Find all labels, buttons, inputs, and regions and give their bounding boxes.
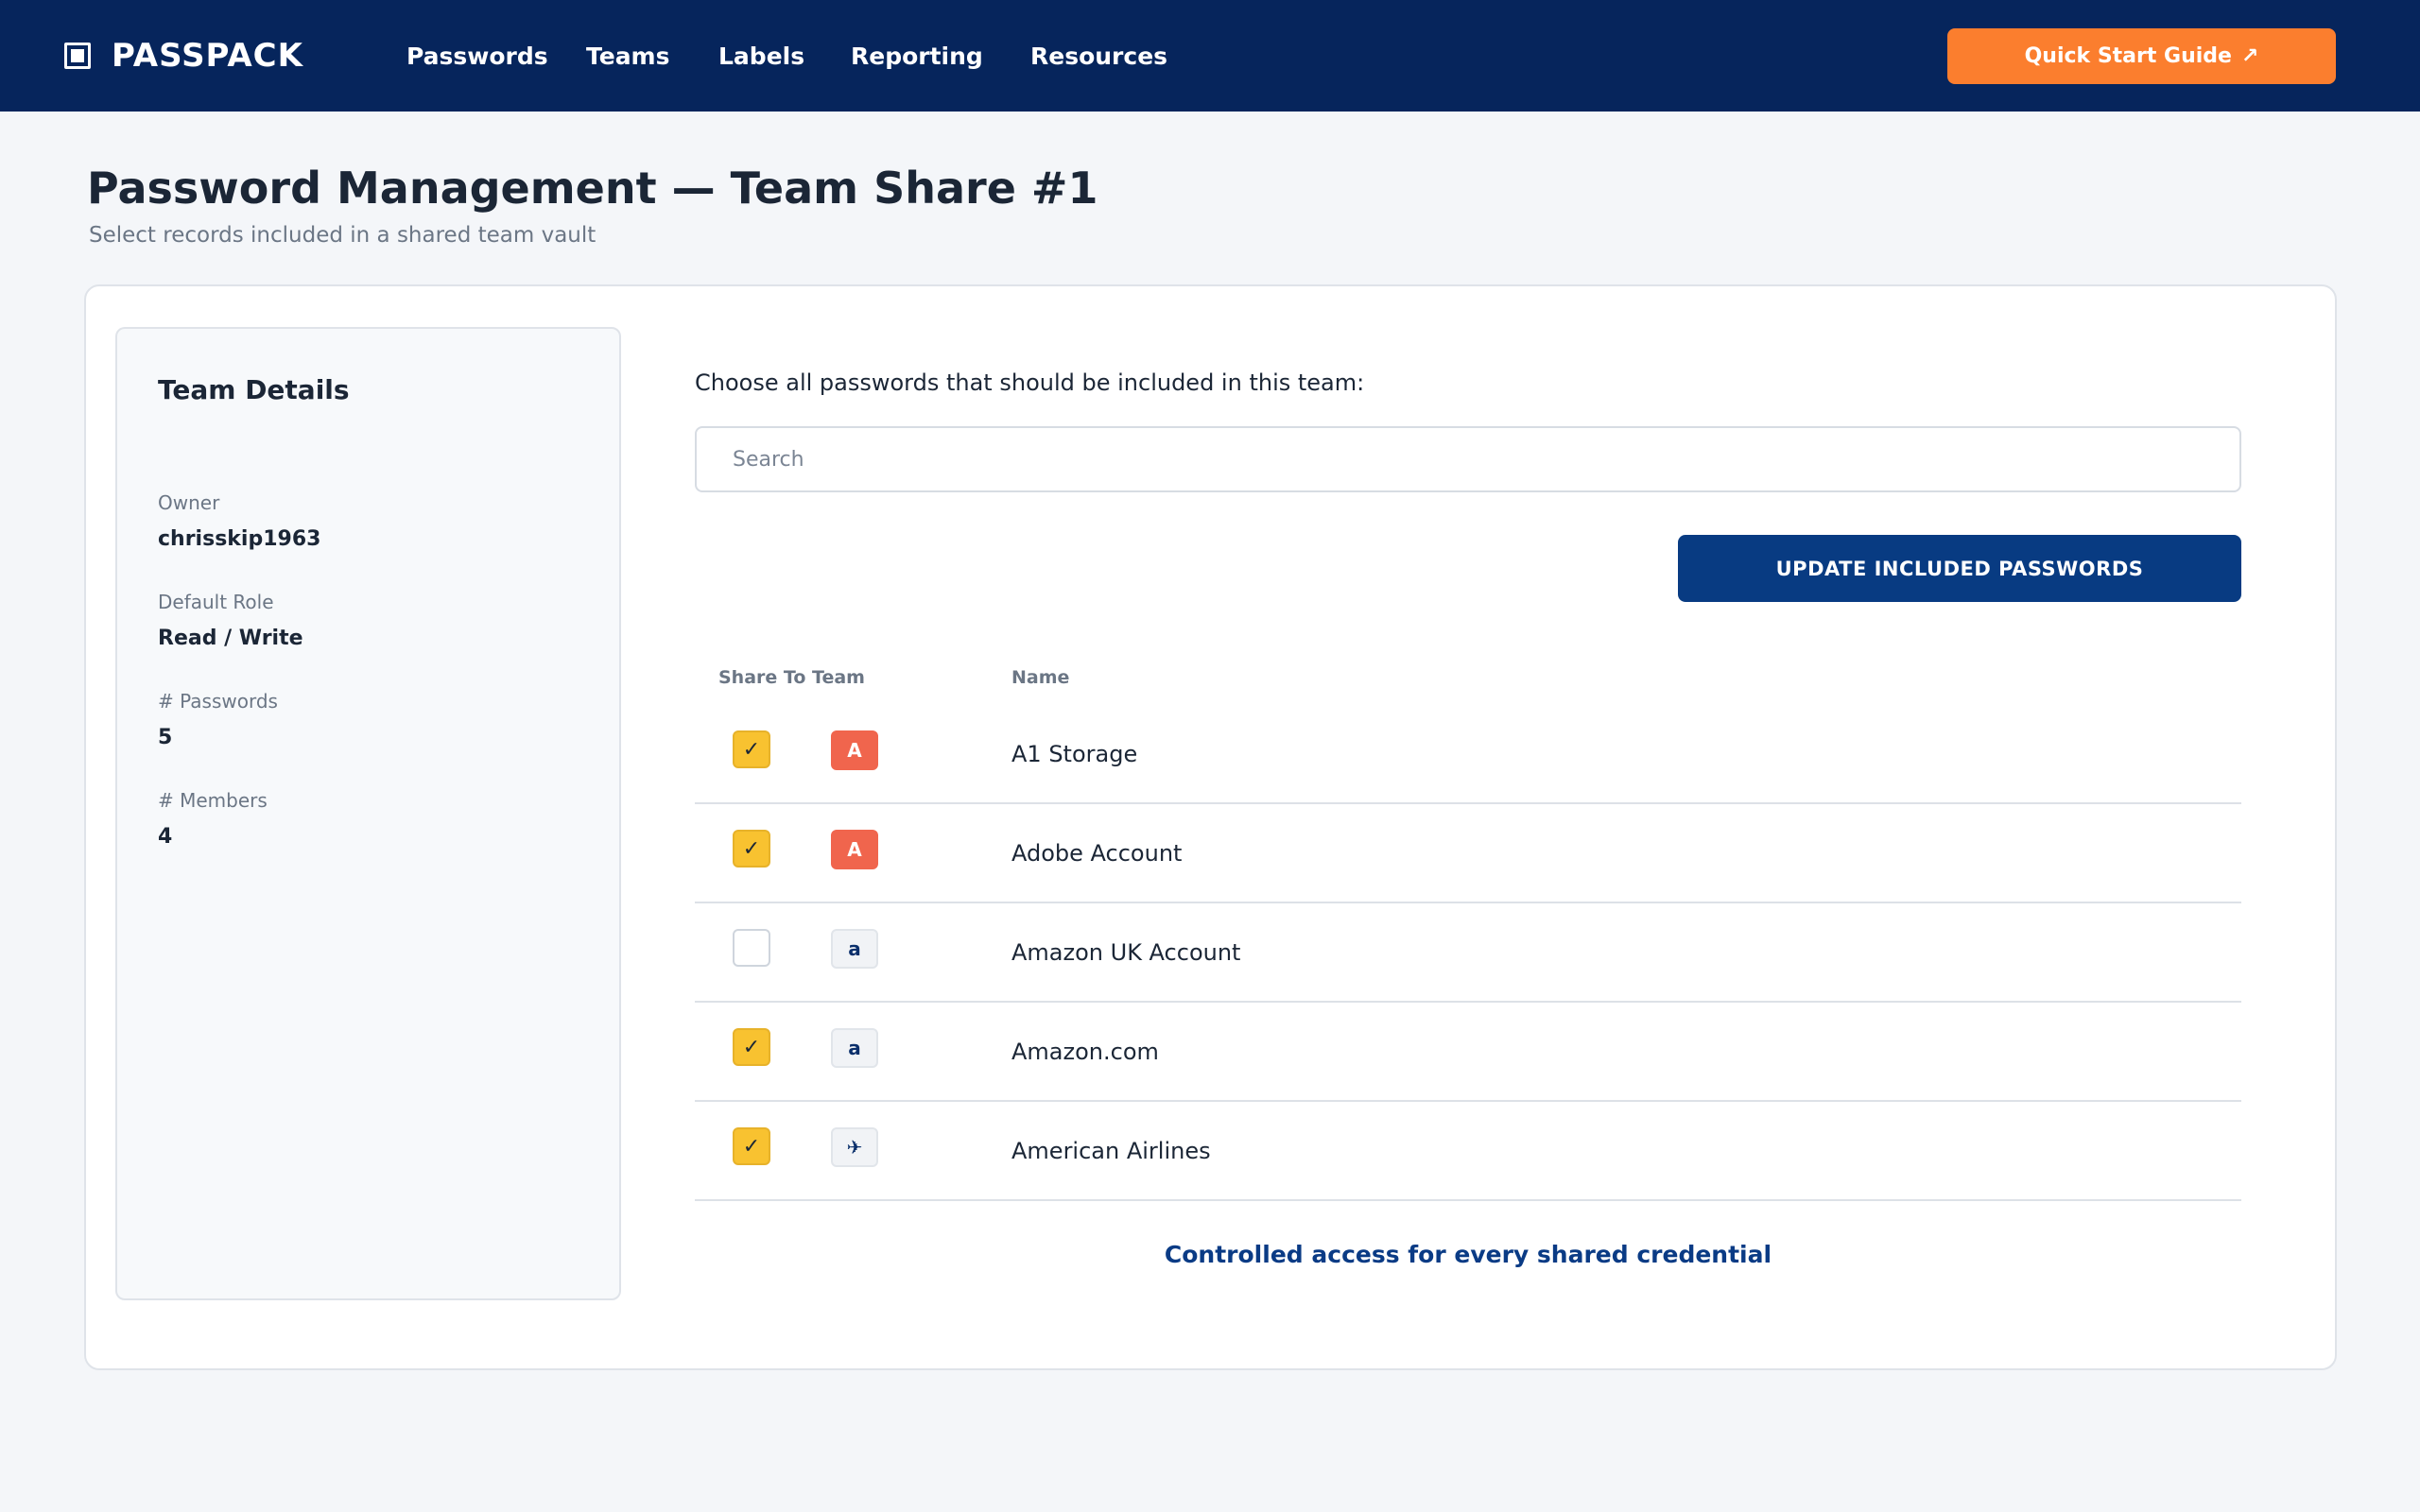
password-row[interactable]: ✓ A Adobe Account <box>695 804 2241 903</box>
password-row[interactable]: ✓ ✈ American Airlines <box>695 1102 2241 1201</box>
top-navigation-bar: PASSPACK Passwords Teams Labels Reportin… <box>0 0 2420 112</box>
password-name[interactable]: Amazon UK Account <box>1011 903 1240 1001</box>
nav-reporting[interactable]: Reporting <box>851 43 983 70</box>
share-checkbox[interactable]: ✓ <box>733 730 770 768</box>
default-role-value: Read / Write <box>158 627 303 650</box>
share-checkbox[interactable]: ✓ <box>733 1028 770 1066</box>
nav-teams[interactable]: Teams <box>586 43 670 70</box>
passwords-count-label: # Passwords <box>158 690 278 713</box>
column-header-share-to-team: Share To Team <box>718 667 865 688</box>
nav-labels[interactable]: Labels <box>718 43 804 70</box>
checkmark-icon: ✓ <box>742 1035 761 1059</box>
password-row[interactable]: ✓ A A1 Storage <box>695 705 2241 804</box>
amazon-icon: a <box>831 1028 878 1068</box>
selection-instructions: Choose all passwords that should be incl… <box>695 369 1365 396</box>
password-name[interactable]: American Airlines <box>1011 1102 1211 1199</box>
checkmark-icon: ✓ <box>742 737 761 762</box>
default-role-detail: Default Role Read / Write <box>158 591 303 650</box>
share-checkbox[interactable]: ✓ <box>733 1127 770 1165</box>
checkmark-icon: ✓ <box>742 1134 761 1159</box>
brand-logo[interactable]: PASSPACK <box>64 0 303 112</box>
team-share-card: Team Details Owner chrisskip1963 Default… <box>84 284 2337 1370</box>
password-name[interactable]: A1 Storage <box>1011 705 1137 802</box>
owner-label: Owner <box>158 491 220 514</box>
tagline: Controlled access for every shared crede… <box>1164 1241 1772 1268</box>
team-details-panel: Team Details Owner chrisskip1963 Default… <box>115 327 621 1300</box>
share-checkbox[interactable]: ✓ <box>733 830 770 868</box>
owner-detail: Owner chrisskip1963 <box>158 491 320 551</box>
a1-storage-icon: A <box>831 730 878 770</box>
password-row[interactable]: ✓ a Amazon.com <box>695 1003 2241 1102</box>
nav-passwords[interactable]: Passwords <box>406 43 548 70</box>
members-count-label: # Members <box>158 789 268 812</box>
passwords-count-detail: # Passwords 5 <box>158 690 278 749</box>
password-name[interactable]: Adobe Account <box>1011 804 1182 902</box>
nav-resources[interactable]: Resources <box>1030 43 1167 70</box>
default-role-label: Default Role <box>158 591 274 613</box>
brand-name: PASSPACK <box>112 37 303 75</box>
password-row[interactable]: a Amazon UK Account <box>695 903 2241 1003</box>
owner-value: chrisskip1963 <box>158 527 321 551</box>
members-count-value: 4 <box>158 825 173 849</box>
adobe-icon: A <box>831 830 878 869</box>
search-input[interactable] <box>695 426 2241 492</box>
password-name[interactable]: Amazon.com <box>1011 1003 1159 1100</box>
members-count-detail: # Members 4 <box>158 789 268 849</box>
airplane-icon: ✈ <box>831 1127 878 1167</box>
page-title: Password Management — Team Share #1 <box>87 163 1098 214</box>
share-checkbox[interactable] <box>733 929 770 967</box>
passwords-count-value: 5 <box>158 726 173 749</box>
page-subtitle: Select records included in a shared team… <box>89 223 596 248</box>
external-link-icon: ↗ <box>2240 44 2259 68</box>
quick-start-guide-button[interactable]: Quick Start Guide ↗ <box>1947 28 2336 84</box>
update-included-passwords-button[interactable]: UPDATE INCLUDED PASSWORDS <box>1678 535 2241 602</box>
checkmark-icon: ✓ <box>742 836 761 861</box>
passpack-logo-icon <box>64 43 91 69</box>
column-header-name: Name <box>1011 667 1070 688</box>
team-details-title: Team Details <box>158 374 350 405</box>
amazon-icon: a <box>831 929 878 969</box>
quick-start-guide-label: Quick Start Guide <box>2024 44 2232 68</box>
